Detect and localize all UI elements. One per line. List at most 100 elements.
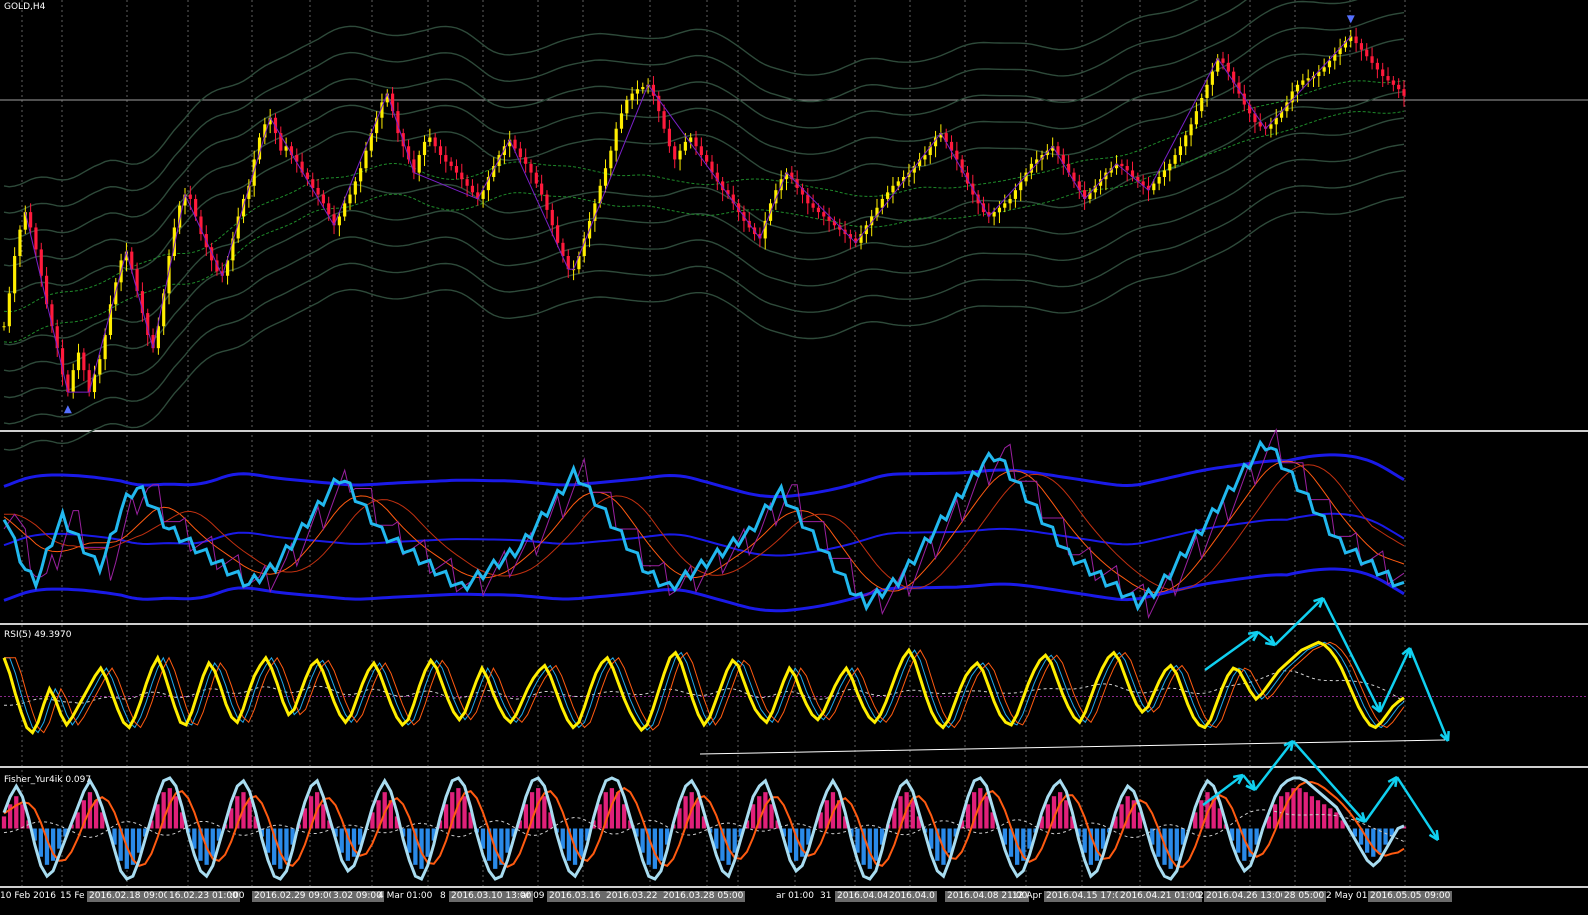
time-axis-label: 4 Mar 01:00 [378,891,433,901]
candle-body [1125,166,1129,171]
candle-body [614,128,618,151]
candle-body [673,146,677,160]
fisher-bar [1328,808,1333,829]
candle-body [1327,60,1332,68]
candle-body [1205,84,1209,98]
candle-body [1162,170,1167,177]
candle-body [1386,76,1390,81]
fisher-bar [622,804,627,829]
fisher-bar [910,800,915,829]
candle-body [609,150,613,169]
candle-body [683,141,687,151]
candle-body [524,157,528,164]
candle-body [550,209,554,226]
candle-body [1381,69,1385,77]
candle-body [13,256,17,294]
candle-body [1221,58,1225,63]
candle-body [1359,43,1364,50]
candle-body [465,179,469,186]
time-axis-label: 2016.04.04 [835,891,891,902]
candle-body [39,249,43,276]
fisher-bar [695,800,700,829]
fisher-bar [425,828,430,857]
fisher-bar [38,828,43,857]
chart-window [0,0,1588,915]
fisher-bar [155,804,160,829]
candle-body [359,168,363,182]
fisher-bar [615,792,621,829]
candle-body [417,155,421,173]
time-axis-label: 2016.03.28 05:00 [661,891,746,902]
candle-body [428,137,432,142]
fisher-bar [750,804,756,829]
time-axis-label: 3.02 09:00 [331,891,384,902]
time-axis-label: :00 [230,891,245,901]
time-axis-label: 2016.04.0 [887,891,937,902]
rsi-label: RSI(5) 49.3970 [4,630,72,640]
candle-body [1306,78,1310,81]
fisher-bar [1383,828,1388,845]
candle-body [1295,84,1300,92]
fisher-bar [247,800,252,829]
time-axis-label: 2016.04.15 17:00 [1044,891,1129,902]
candle-body [540,183,544,195]
fisher-bar [542,796,547,829]
candle-body [518,148,522,158]
fisher-bar [265,828,271,853]
fisher-label: Fisher_Yur4ik 0.097 [4,775,92,785]
candle-body [556,225,560,243]
fisher-bar [523,804,529,829]
candle-body [667,128,671,147]
candle-body [699,146,703,156]
candle-body [891,185,895,193]
fisher-bar [57,828,62,849]
fisher-bar [873,828,879,861]
fisher-bar [855,828,860,853]
candle-body [1003,203,1007,208]
fisher-bar [640,828,645,853]
candle-body [1370,56,1374,63]
fisher-bar [1236,828,1241,853]
candle-body [327,203,331,215]
fisher-bar [136,828,142,853]
fisher-bar [965,804,971,829]
candle-body [364,150,368,169]
candle-body [822,212,826,217]
candle-body [1008,198,1012,204]
time-axis-label: ar 01:00 [776,891,815,901]
fisher-bar [339,828,344,853]
fisher-bar [1082,828,1087,853]
candle-body [603,168,608,186]
candle-body [1200,97,1204,112]
candle-body [422,141,427,156]
time-axis-label: 2016.02.18 09:00 [87,891,172,902]
time-axis: 10 Feb 2016 15 Fe 2016.02.18 09:00 16.02.23… [0,888,1588,915]
fisher-bar [769,804,774,829]
candle-body [625,100,629,114]
candle-body [896,181,900,186]
candle-body [460,172,464,180]
candle-body [98,359,102,375]
candle-body [1210,71,1214,85]
candle-body [343,203,347,217]
candle-body [513,139,517,149]
candle-body [470,185,475,193]
candle-body [316,187,320,195]
fisher-bar [462,796,467,829]
candle-body [348,194,352,204]
candle-body [82,352,86,371]
candle-body [1301,80,1305,85]
candle-body [1173,155,1177,164]
fisher-bar [1285,792,1290,829]
candle-body [816,207,821,213]
fisher-bar [1371,828,1376,857]
fisher-bar [1297,788,1302,829]
candle-body [1354,36,1358,44]
fisher-bar [984,796,989,829]
fisher-bar [658,828,664,861]
time-axis-label: 8 [440,891,446,901]
fisher-bar [20,804,25,829]
candle-body [438,146,443,156]
time-axis-label: 31 [820,891,832,901]
candle-body [433,137,437,147]
